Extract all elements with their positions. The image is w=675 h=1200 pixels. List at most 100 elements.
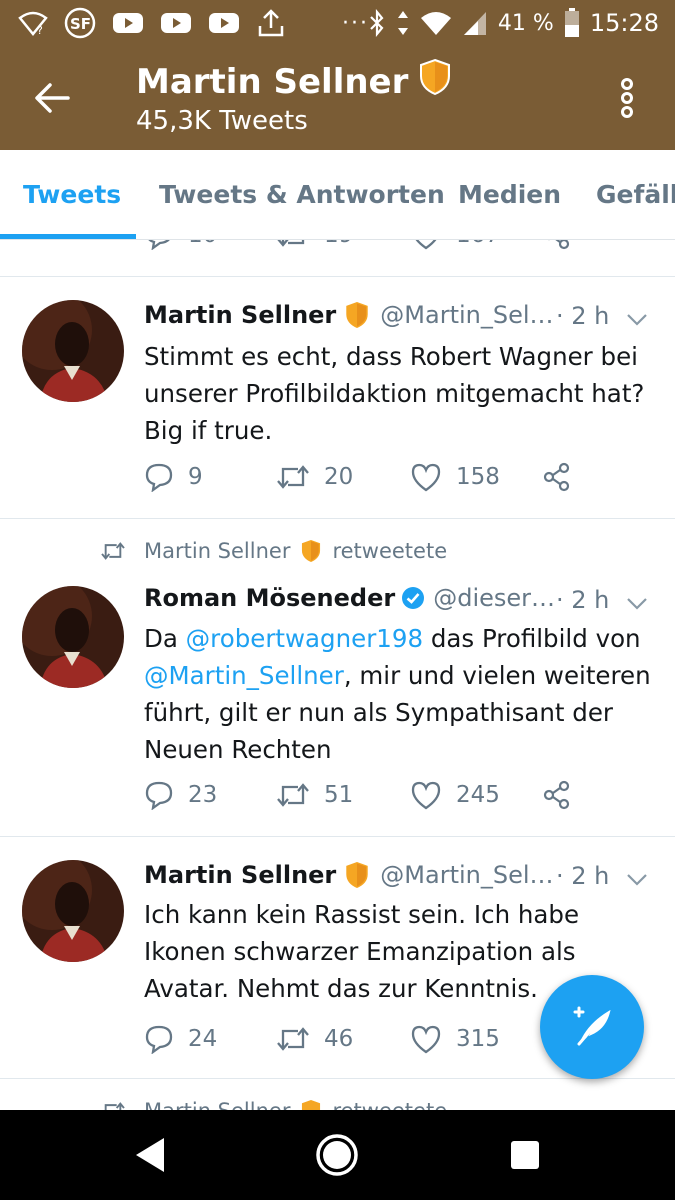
chevron-down-icon[interactable] — [626, 872, 648, 886]
like-count: 315 — [456, 1026, 500, 1052]
retweet-context: Martin Sellner retweetete — [100, 1098, 447, 1110]
reply-count: 10 — [188, 240, 217, 248]
author-handle: @Martin_Sel… — [380, 861, 554, 889]
status-bar: ? SF ··· 41 % 15:28 — [0, 0, 675, 46]
like-button[interactable]: 167 — [410, 240, 500, 250]
text-fragment: , mir und vielen weiteren — [343, 661, 651, 690]
clock: 15:28 — [589, 9, 659, 37]
tweet-time: · 2 h — [556, 586, 610, 614]
tab-likes[interactable]: Gefällt — [596, 180, 675, 209]
share-button[interactable] — [542, 240, 572, 250]
upload-icon — [256, 8, 286, 38]
tab-media[interactable]: Medien — [458, 180, 561, 209]
avatar[interactable] — [22, 586, 124, 688]
profile-name: Martin Sellner — [136, 61, 409, 102]
shield-badge-icon — [300, 538, 322, 564]
tweet-header: Martin Sellner @Martin_Sel… — [144, 300, 554, 330]
like-count: 167 — [456, 240, 500, 248]
tweet-text-line: Stimmt es echt, dass Robert Wagner bei — [144, 342, 638, 371]
signal-icon — [462, 10, 488, 36]
back-triangle-icon[interactable] — [128, 1132, 174, 1178]
wifi-question-icon: ? — [18, 10, 48, 36]
tweet-time: · 2 h — [556, 302, 610, 330]
share-button[interactable] — [542, 462, 572, 492]
sf-app-icon: SF — [64, 7, 96, 39]
reply-button[interactable]: 10 — [144, 240, 217, 250]
tweet-item[interactable]: Martin Sellner @Martin_Sel… · 2 h Stimmt… — [0, 276, 675, 518]
like-button[interactable]: 315 — [410, 1024, 500, 1054]
retweet-count: 46 — [324, 1026, 354, 1052]
reply-button[interactable]: 24 — [144, 1024, 217, 1054]
profile-title: Martin Sellner — [136, 58, 452, 105]
svg-text:?: ? — [37, 24, 43, 36]
avatar[interactable] — [22, 860, 124, 962]
active-tab-indicator — [0, 234, 136, 239]
retweeter-name[interactable]: Martin Sellner — [144, 1099, 290, 1110]
tweet-time: · 2 h — [556, 862, 610, 890]
reply-count: 24 — [188, 1026, 218, 1052]
like-button[interactable]: 245 — [410, 780, 500, 810]
retweet-context: Martin Sellner retweetete — [100, 538, 447, 564]
data-arrows-icon — [396, 9, 410, 37]
chevron-down-icon[interactable] — [626, 312, 648, 326]
youtube-icon — [112, 11, 144, 35]
more-notifications-icon: ··· — [342, 10, 369, 36]
compose-tweet-button[interactable] — [540, 975, 644, 1079]
tweet-item[interactable]: Martin Sellner retweetete Roman Mösenede… — [0, 518, 675, 836]
mention-link[interactable]: @robertwagner198 — [186, 624, 423, 653]
author-name[interactable]: Roman Möseneder — [144, 584, 395, 612]
shield-badge-icon — [344, 860, 370, 890]
verified-badge-icon — [401, 586, 425, 610]
reply-count: 23 — [188, 782, 218, 808]
shield-badge-icon — [344, 300, 370, 330]
author-handle: @Martin_Sel… — [380, 301, 554, 329]
youtube-icon — [208, 11, 240, 35]
like-count: 245 — [456, 782, 500, 808]
tweet-count: 45,3K Tweets — [136, 106, 308, 136]
tweet-text: Da @robertwagner198 das Profilbild von @… — [144, 620, 659, 768]
text-fragment: Da — [144, 624, 186, 653]
tweet-actions: 9 20 158 — [144, 462, 644, 502]
tweet-divider — [0, 1078, 675, 1079]
retweet-button[interactable]: 19 — [276, 240, 353, 250]
tab-tweets-and-replies[interactable]: Tweets & Antworten — [159, 180, 445, 209]
share-button[interactable] — [542, 780, 572, 810]
reply-button[interactable]: 23 — [144, 780, 217, 810]
avatar[interactable] — [22, 300, 124, 402]
back-arrow-icon[interactable] — [30, 76, 74, 120]
shield-badge-icon — [300, 1098, 322, 1110]
tweet-text-line: führt, gilt er nun als Sympathisant der — [144, 698, 613, 727]
compose-feather-icon — [565, 998, 619, 1056]
recents-square-icon[interactable] — [502, 1132, 548, 1178]
chevron-down-icon[interactable] — [626, 596, 648, 610]
wifi-icon — [420, 10, 452, 36]
reply-count: 9 — [188, 464, 203, 490]
retweet-label: retweetete — [332, 1099, 447, 1110]
retweeter-name[interactable]: Martin Sellner — [144, 539, 290, 563]
tweet-text-line: Ikonen schwarzer Emanzipation als — [144, 937, 576, 966]
retweet-count: 20 — [324, 464, 354, 490]
tweet-text-line: Ich kann kein Rassist sein. Ich habe — [144, 900, 580, 929]
tweet-text-line: Big if true. — [144, 416, 273, 445]
home-circle-icon[interactable] — [314, 1132, 360, 1178]
bluetooth-icon — [368, 9, 386, 37]
svg-text:SF: SF — [70, 15, 91, 33]
tab-tweets[interactable]: Tweets — [23, 180, 121, 209]
profile-header: Martin Sellner 45,3K Tweets — [0, 46, 675, 150]
mention-link[interactable]: @Martin_Sellner — [144, 661, 344, 690]
tweet-header: Roman Möseneder @dieser… — [144, 584, 555, 612]
retweet-count: 19 — [324, 240, 353, 248]
overflow-menu-icon[interactable] — [615, 76, 639, 120]
author-name[interactable]: Martin Sellner — [144, 861, 336, 889]
tweet-text: Stimmt es echt, dass Robert Wagner bei u… — [144, 338, 659, 449]
retweet-button[interactable]: 51 — [276, 780, 353, 810]
twitter-profile-screen: ? SF ··· 41 % 15:28 Martin Sellner 45,3K… — [0, 0, 675, 1200]
author-name[interactable]: Martin Sellner — [144, 301, 336, 329]
shield-badge-icon — [418, 58, 452, 105]
like-button[interactable]: 158 — [410, 462, 500, 492]
reply-button[interactable]: 9 — [144, 462, 203, 492]
tweet-text-line: Neuen Rechten — [144, 735, 332, 764]
retweet-button[interactable]: 20 — [276, 462, 353, 492]
retweet-button[interactable]: 46 — [276, 1024, 353, 1054]
retweet-label: retweetete — [332, 539, 448, 563]
